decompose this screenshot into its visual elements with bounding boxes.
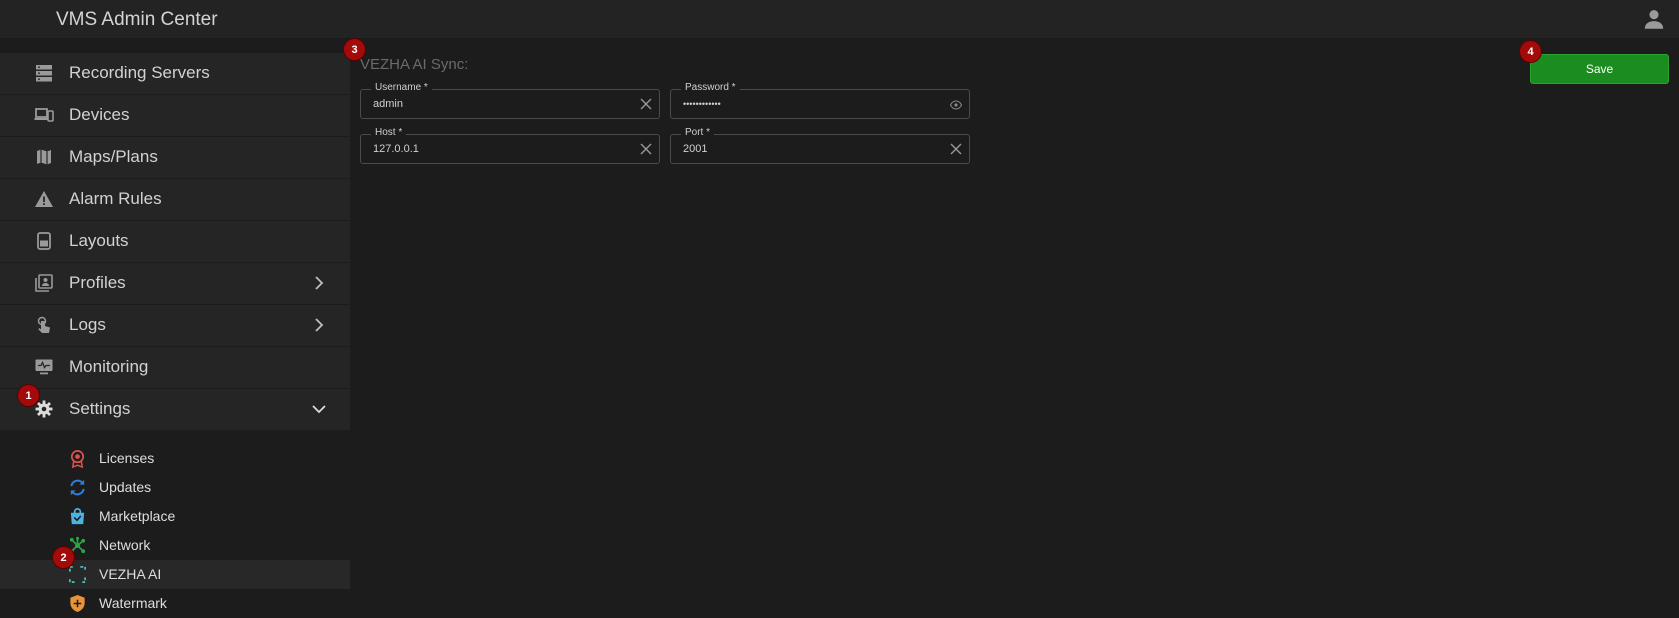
submenu-item-label: Licenses: [99, 450, 155, 466]
sidebar-item-label: Maps/Plans: [69, 147, 158, 166]
sidebar-item-recording-servers[interactable]: Recording Servers: [0, 53, 350, 94]
sidebar-item-settings[interactable]: Settings: [0, 389, 350, 430]
password-field[interactable]: Password * ••••••••••••: [670, 82, 970, 119]
username-field[interactable]: Username * admin: [360, 82, 660, 119]
sidebar-item-label: Recording Servers: [69, 63, 210, 82]
submenu-item-label: Network: [99, 537, 151, 553]
username-input[interactable]: admin: [373, 98, 403, 110]
top-bar: VMS Admin Center: [0, 0, 1679, 39]
sidebar-item-devices[interactable]: Devices: [0, 95, 350, 136]
username-label: Username *: [371, 82, 432, 94]
server-icon: [36, 65, 52, 82]
port-input[interactable]: 2001: [683, 143, 707, 155]
password-label: Password *: [681, 82, 740, 94]
sidebar-item-label: Settings: [69, 399, 131, 418]
clear-icon[interactable]: [949, 142, 963, 156]
submenu-item-marketplace[interactable]: Marketplace: [0, 502, 350, 531]
sidebar-item-monitoring[interactable]: Monitoring: [0, 347, 350, 388]
step-badge-4: 4: [1520, 41, 1541, 62]
submenu-item-watermark[interactable]: Watermark: [0, 589, 350, 618]
profiles-icon: [35, 274, 53, 292]
sidebar: Recording Servers Devices Maps/Plans Ala…: [0, 53, 350, 618]
sidebar-item-label: Monitoring: [69, 357, 149, 376]
submenu-item-label: Watermark: [99, 595, 167, 611]
submenu-item-label: Updates: [99, 479, 152, 495]
section-title: VEZHA AI Sync:: [360, 56, 469, 73]
devices-icon: [34, 108, 54, 122]
sidebar-item-logs[interactable]: Logs: [0, 305, 350, 346]
sidebar-item-maps-plans[interactable]: Maps/Plans: [0, 137, 350, 178]
gear-icon: [35, 400, 53, 418]
submenu-item-vezha-ai[interactable]: VEZHA AI: [0, 560, 350, 589]
map-icon: [37, 149, 51, 165]
shield-icon: [70, 594, 85, 613]
eye-icon[interactable]: [950, 99, 962, 111]
submenu-item-label: VEZHA AI: [99, 566, 162, 582]
app-title: VMS Admin Center: [56, 9, 218, 30]
sidebar-item-label: Layouts: [69, 231, 129, 250]
clear-icon[interactable]: [639, 97, 653, 111]
user-icon[interactable]: [1641, 6, 1667, 32]
focus-icon: [69, 566, 86, 583]
shopping-bag-icon: [70, 508, 85, 525]
port-field[interactable]: Port * 2001: [670, 127, 970, 164]
touch-icon: [37, 316, 50, 333]
sidebar-item-profiles[interactable]: Profiles: [0, 263, 350, 304]
submenu-item-updates[interactable]: Updates: [0, 473, 350, 502]
chevron-right-icon: [315, 276, 324, 290]
save-button[interactable]: Save: [1530, 54, 1669, 84]
award-icon: [70, 450, 85, 468]
chevron-down-icon: [312, 405, 326, 414]
host-field[interactable]: Host * 127.0.0.1: [360, 127, 660, 164]
layout-icon: [37, 232, 51, 250]
password-input[interactable]: ••••••••••••: [683, 99, 721, 109]
step-badge-1: 1: [18, 385, 39, 406]
warning-icon: [35, 191, 53, 207]
host-label: Host *: [371, 127, 407, 139]
port-label: Port *: [681, 127, 715, 139]
sidebar-item-label: Logs: [69, 315, 106, 334]
sidebar-item-label: Devices: [69, 105, 130, 124]
chevron-right-icon: [315, 318, 324, 332]
clear-icon[interactable]: [639, 142, 653, 156]
step-badge-2: 2: [53, 547, 74, 568]
step-badge-3: 3: [344, 39, 365, 60]
host-input[interactable]: 127.0.0.1: [373, 143, 419, 155]
sidebar-item-alarm-rules[interactable]: Alarm Rules: [0, 179, 350, 220]
submenu-item-licenses[interactable]: Licenses: [0, 444, 350, 473]
refresh-icon: [70, 479, 85, 496]
sidebar-item-label: Alarm Rules: [69, 189, 162, 208]
sidebar-item-label: Profiles: [69, 273, 126, 292]
settings-submenu: Licenses Updates Marketplace Network VEZ…: [0, 444, 350, 618]
submenu-item-label: Marketplace: [99, 508, 176, 524]
sidebar-item-layouts[interactable]: Layouts: [0, 221, 350, 262]
monitor-icon: [35, 359, 53, 375]
